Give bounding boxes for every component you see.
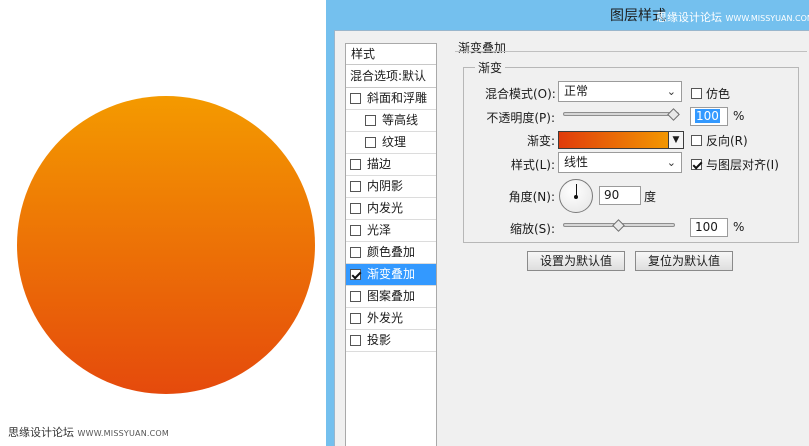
style-item-checkbox[interactable] <box>350 247 361 258</box>
style-item-checkbox[interactable] <box>350 159 361 170</box>
group-divider <box>455 51 807 52</box>
dither-checkbox-row[interactable]: 仿色 <box>691 85 730 102</box>
gradient-label: 渐变: <box>526 134 555 148</box>
opacity-value: 100 <box>695 109 720 123</box>
style-list-item[interactable]: 纹理 <box>346 132 436 154</box>
style-item-checkbox[interactable] <box>350 203 361 214</box>
style-list-item[interactable]: 外发光 <box>346 308 436 330</box>
style-item-label: 描边 <box>367 157 392 171</box>
chevron-down-icon: ⌄ <box>666 156 676 169</box>
style-item-label: 渐变叠加 <box>367 267 416 281</box>
style-item-label: 内发光 <box>367 201 404 215</box>
style-item-checkbox[interactable] <box>350 313 361 324</box>
style-item-label: 图案叠加 <box>367 289 416 303</box>
watermark-right: 思缘设计论坛 WWW.MISSYUAN.COM <box>656 9 809 25</box>
opacity-unit: % <box>733 109 745 123</box>
style-list-item[interactable]: 颜色叠加 <box>346 242 436 264</box>
style-label: 样式(L): <box>510 158 555 172</box>
style-select[interactable]: 线性 ⌄ <box>558 152 682 173</box>
style-item-label: 外发光 <box>367 311 404 325</box>
angle-dial[interactable] <box>559 179 593 213</box>
scale-value: 100 <box>695 220 718 234</box>
reset-default-button[interactable]: 复位为默认值 <box>635 251 733 271</box>
style-item-label: 斜面和浮雕 <box>367 91 428 105</box>
dialog-body: 样式 混合选项:默认 斜面和浮雕 等高线 纹理 描边 内阴影 内发光 光泽 颜色叠加 渐变叠加图… <box>334 30 809 446</box>
style-item-checkbox[interactable] <box>350 269 361 280</box>
style-item-label: 纹理 <box>382 135 407 149</box>
scale-label: 缩放(S): <box>509 222 555 236</box>
dither-checkbox[interactable] <box>691 88 702 99</box>
style-list-item[interactable]: 渐变叠加 <box>346 264 436 286</box>
triangle-down-icon: ▼ <box>672 135 680 145</box>
style-list: 样式 混合选项:默认 斜面和浮雕等高线纹理描边内阴影内发光光泽颜色叠加渐变叠加图… <box>345 43 437 446</box>
style-item-checkbox[interactable] <box>365 115 376 126</box>
blend-mode-value: 正常 <box>564 84 589 98</box>
reverse-label: 反向(R) <box>706 134 748 148</box>
style-item-checkbox[interactable] <box>350 181 361 192</box>
canvas-area: 思缘设计论坛 WWW.MISSYUAN.COM <box>0 0 326 446</box>
angle-label: 角度(N): <box>508 190 555 204</box>
opacity-label: 不透明度(P): <box>486 111 555 125</box>
style-item-checkbox[interactable] <box>350 335 361 346</box>
group-title: 渐变叠加 <box>455 39 510 56</box>
watermark-site: WWW.MISSYUAN.COM <box>725 14 809 23</box>
style-list-item[interactable]: 等高线 <box>346 110 436 132</box>
angle-value: 90 <box>604 188 620 202</box>
align-label: 与图层对齐(I) <box>706 158 779 172</box>
style-item-checkbox[interactable] <box>365 137 376 148</box>
gradient-picker-button[interactable]: ▼ <box>668 131 684 149</box>
reverse-checkbox[interactable] <box>691 135 702 146</box>
style-item-label: 投影 <box>367 333 392 347</box>
style-item-label: 颜色叠加 <box>367 245 416 259</box>
style-list-item[interactable]: 描边 <box>346 154 436 176</box>
style-list-item[interactable]: 斜面和浮雕 <box>346 88 436 110</box>
blend-mode-label: 混合模式(O): <box>485 87 556 101</box>
style-item-checkbox[interactable] <box>350 291 361 302</box>
style-item-checkbox[interactable] <box>350 93 361 104</box>
opacity-input[interactable]: 100 <box>690 107 728 126</box>
angle-unit: 度 <box>644 190 657 204</box>
blend-options-item[interactable]: 混合选项:默认 <box>346 65 436 88</box>
gradient-circle <box>17 96 315 394</box>
layer-style-dialog: 图层样式 思缘设计论坛 WWW.MISSYUAN.COM 样式 混合选项:默认 … <box>326 0 809 446</box>
gradient-swatch[interactable] <box>558 131 680 149</box>
style-item-checkbox[interactable] <box>350 225 361 236</box>
style-items: 斜面和浮雕等高线纹理描边内阴影内发光光泽颜色叠加渐变叠加图案叠加外发光投影 <box>346 88 436 352</box>
angle-center-dot <box>574 195 578 199</box>
style-item-label: 光泽 <box>367 223 392 237</box>
style-list-item[interactable]: 光泽 <box>346 220 436 242</box>
style-list-item[interactable]: 内阴影 <box>346 176 436 198</box>
blend-mode-select[interactable]: 正常 ⌄ <box>558 81 682 102</box>
style-list-item[interactable]: 图案叠加 <box>346 286 436 308</box>
style-value: 线性 <box>564 155 589 169</box>
style-list-item[interactable]: 内发光 <box>346 198 436 220</box>
angle-input[interactable]: 90 <box>599 186 641 205</box>
align-checkbox[interactable] <box>691 159 702 170</box>
style-item-label: 内阴影 <box>367 179 404 193</box>
watermark-left: 思缘设计论坛 WWW.MISSYUAN.COM <box>8 424 169 440</box>
scale-input[interactable]: 100 <box>690 218 728 237</box>
scale-unit: % <box>733 220 745 234</box>
style-list-item[interactable]: 投影 <box>346 330 436 352</box>
reverse-checkbox-row[interactable]: 反向(R) <box>691 132 748 149</box>
set-default-button[interactable]: 设置为默认值 <box>527 251 625 271</box>
chevron-down-icon: ⌄ <box>666 85 676 98</box>
subgroup-title: 渐变 <box>475 59 506 76</box>
opacity-slider-track[interactable] <box>563 112 679 116</box>
watermark-label: 思缘设计论坛 <box>656 11 722 24</box>
align-checkbox-row[interactable]: 与图层对齐(I) <box>691 156 779 173</box>
dither-label: 仿色 <box>706 87 731 101</box>
style-item-label: 等高线 <box>382 113 419 127</box>
watermark-site: WWW.MISSYUAN.COM <box>77 429 170 438</box>
style-list-header[interactable]: 样式 <box>346 44 436 65</box>
watermark-label: 思缘设计论坛 <box>8 426 74 439</box>
